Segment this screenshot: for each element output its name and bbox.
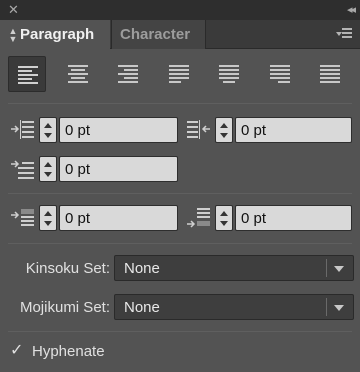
divider bbox=[8, 243, 352, 244]
kinsoku-set-dropdown[interactable]: None bbox=[114, 255, 354, 281]
tab-character-label: Character bbox=[120, 26, 191, 43]
align-left-icon bbox=[18, 66, 38, 84]
space-after-input[interactable] bbox=[235, 205, 352, 231]
right-indent-field bbox=[186, 117, 354, 143]
justify-last-right-icon bbox=[270, 65, 290, 83]
mojikumi-label: Mojikumi Set: bbox=[19, 299, 110, 316]
left-indent-input[interactable] bbox=[59, 117, 178, 143]
double-chevron-right-icon[interactable]: ◂◂ bbox=[347, 3, 356, 17]
justify-last-right-button[interactable] bbox=[261, 56, 299, 92]
tab-bar: ▲ ▼ Paragraph Character bbox=[0, 20, 360, 49]
justify-last-center-button[interactable] bbox=[210, 56, 248, 92]
align-center-icon bbox=[68, 65, 88, 83]
first-line-indent-field bbox=[10, 156, 180, 182]
first-line-indent-stepper[interactable] bbox=[39, 156, 57, 182]
hyphenate-label: Hyphenate bbox=[32, 343, 105, 360]
space-before-stepper[interactable] bbox=[39, 205, 57, 231]
align-center-button[interactable] bbox=[59, 56, 97, 92]
mojikumi-value: None bbox=[124, 299, 160, 316]
up-down-arrows-icon: ▲ ▼ bbox=[8, 26, 18, 45]
space-after-stepper[interactable] bbox=[215, 205, 233, 231]
justify-all-icon bbox=[320, 65, 340, 83]
divider bbox=[8, 103, 352, 104]
right-indent-stepper[interactable] bbox=[215, 117, 233, 143]
close-icon[interactable]: ✕ bbox=[8, 3, 19, 17]
mojikumi-set-dropdown[interactable]: None bbox=[114, 294, 354, 320]
align-left-button[interactable] bbox=[8, 56, 46, 92]
space-before-input[interactable] bbox=[59, 205, 178, 231]
left-indent-stepper[interactable] bbox=[39, 117, 57, 143]
kinsoku-label: Kinsoku Set: bbox=[25, 260, 110, 277]
space-after-field bbox=[186, 205, 354, 231]
kinsoku-value: None bbox=[124, 260, 160, 277]
right-indent-input[interactable] bbox=[235, 117, 352, 143]
justify-all-button[interactable] bbox=[311, 56, 349, 92]
justify-last-left-button[interactable] bbox=[160, 56, 198, 92]
divider bbox=[8, 193, 352, 194]
tab-character[interactable]: Character bbox=[111, 20, 206, 49]
align-right-button[interactable] bbox=[109, 56, 147, 92]
left-indent-field bbox=[10, 117, 180, 143]
alignment-buttons bbox=[8, 56, 354, 92]
panel-title-bar: ✕ ◂◂ bbox=[0, 0, 360, 20]
align-right-icon bbox=[118, 65, 138, 83]
tab-paragraph-label: Paragraph bbox=[20, 26, 95, 43]
checkmark-icon: ✓ bbox=[10, 342, 24, 359]
chevron-down-icon bbox=[334, 305, 344, 311]
space-before-icon bbox=[10, 207, 36, 229]
divider bbox=[8, 331, 352, 332]
space-before-field bbox=[10, 205, 180, 231]
first-line-indent-input[interactable] bbox=[59, 156, 178, 182]
panel-menu-icon[interactable] bbox=[336, 28, 352, 42]
first-line-indent-icon bbox=[10, 158, 36, 180]
justify-last-left-icon bbox=[169, 65, 189, 83]
chevron-down-icon bbox=[334, 266, 344, 272]
space-after-icon bbox=[186, 207, 212, 229]
tab-paragraph[interactable]: ▲ ▼ Paragraph bbox=[0, 20, 110, 49]
left-indent-icon bbox=[10, 119, 36, 141]
justify-last-center-icon bbox=[219, 65, 239, 83]
right-indent-icon bbox=[186, 119, 212, 141]
